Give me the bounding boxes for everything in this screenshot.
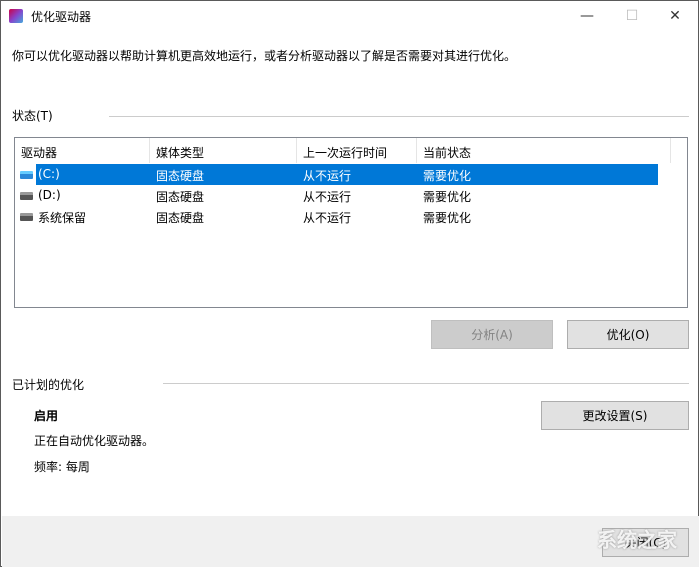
drive-name: (D:) (38, 188, 61, 202)
description-text: 你可以优化驱动器以帮助计算机更高效地运行，或者分析驱动器以了解是否需要对其进行优… (12, 49, 517, 63)
column-header-last-run[interactable]: 上一次运行时间 (297, 138, 417, 163)
drive-icon (20, 213, 33, 221)
media-type: 固态硬盘 (156, 211, 205, 225)
divider (109, 116, 689, 117)
last-run: 从不运行 (303, 169, 352, 183)
maximize-button[interactable]: ☐ (609, 1, 655, 31)
current-status: 需要优化 (423, 211, 472, 225)
analyze-button[interactable]: 分析(A) (431, 320, 553, 349)
schedule-detail: 正在自动优化驱动器。 (34, 434, 155, 448)
media-type: 固态硬盘 (156, 169, 205, 183)
drives-list[interactable]: 驱动器 媒体类型 上一次运行时间 当前状态 (C:) 固态硬盘 从不运行 需要优… (14, 137, 688, 308)
close-window-button[interactable]: ✕ (652, 1, 698, 31)
window-title: 优化驱动器 (31, 10, 92, 24)
table-row[interactable]: (D:) 固态硬盘 从不运行 需要优化 (15, 185, 687, 206)
current-status: 需要优化 (423, 169, 472, 183)
scheduled-section-label: 已计划的优化 (12, 378, 85, 392)
media-type: 固态硬盘 (156, 190, 205, 204)
divider (163, 383, 689, 384)
footer-bar: 关闭(C) 系统之家 (2, 516, 699, 567)
optimize-button[interactable]: 优化(O) (567, 320, 689, 349)
table-row[interactable]: (C:) 固态硬盘 从不运行 需要优化 (15, 164, 687, 185)
app-icon (9, 9, 23, 23)
watermark: 系统之家 (597, 528, 677, 552)
current-status: 需要优化 (423, 190, 472, 204)
schedule-state: 启用 (34, 409, 59, 423)
optimize-drives-window: 优化驱动器 — ☐ ✕ 你可以优化驱动器以帮助计算机更高效地运行，或者分析驱动器… (0, 0, 699, 567)
drive-icon (20, 192, 33, 200)
column-header-media-type[interactable]: 媒体类型 (150, 138, 297, 163)
drive-name: 系统保留 (38, 211, 87, 225)
column-header-drive[interactable]: 驱动器 (15, 138, 150, 163)
column-header-current-status[interactable]: 当前状态 (417, 138, 671, 163)
status-section-label: 状态(T) (12, 109, 53, 123)
title-bar: 优化驱动器 — ☐ ✕ (1, 1, 698, 31)
last-run: 从不运行 (303, 190, 352, 204)
change-settings-button[interactable]: 更改设置(S) (541, 401, 689, 430)
schedule-frequency: 频率: 每周 (34, 460, 90, 474)
minimize-button[interactable]: — (564, 1, 610, 31)
table-row[interactable]: 系统保留 固态硬盘 从不运行 需要优化 (15, 206, 687, 227)
windows-drive-icon (20, 171, 33, 179)
last-run: 从不运行 (303, 211, 352, 225)
drive-name: (C:) (38, 167, 60, 181)
